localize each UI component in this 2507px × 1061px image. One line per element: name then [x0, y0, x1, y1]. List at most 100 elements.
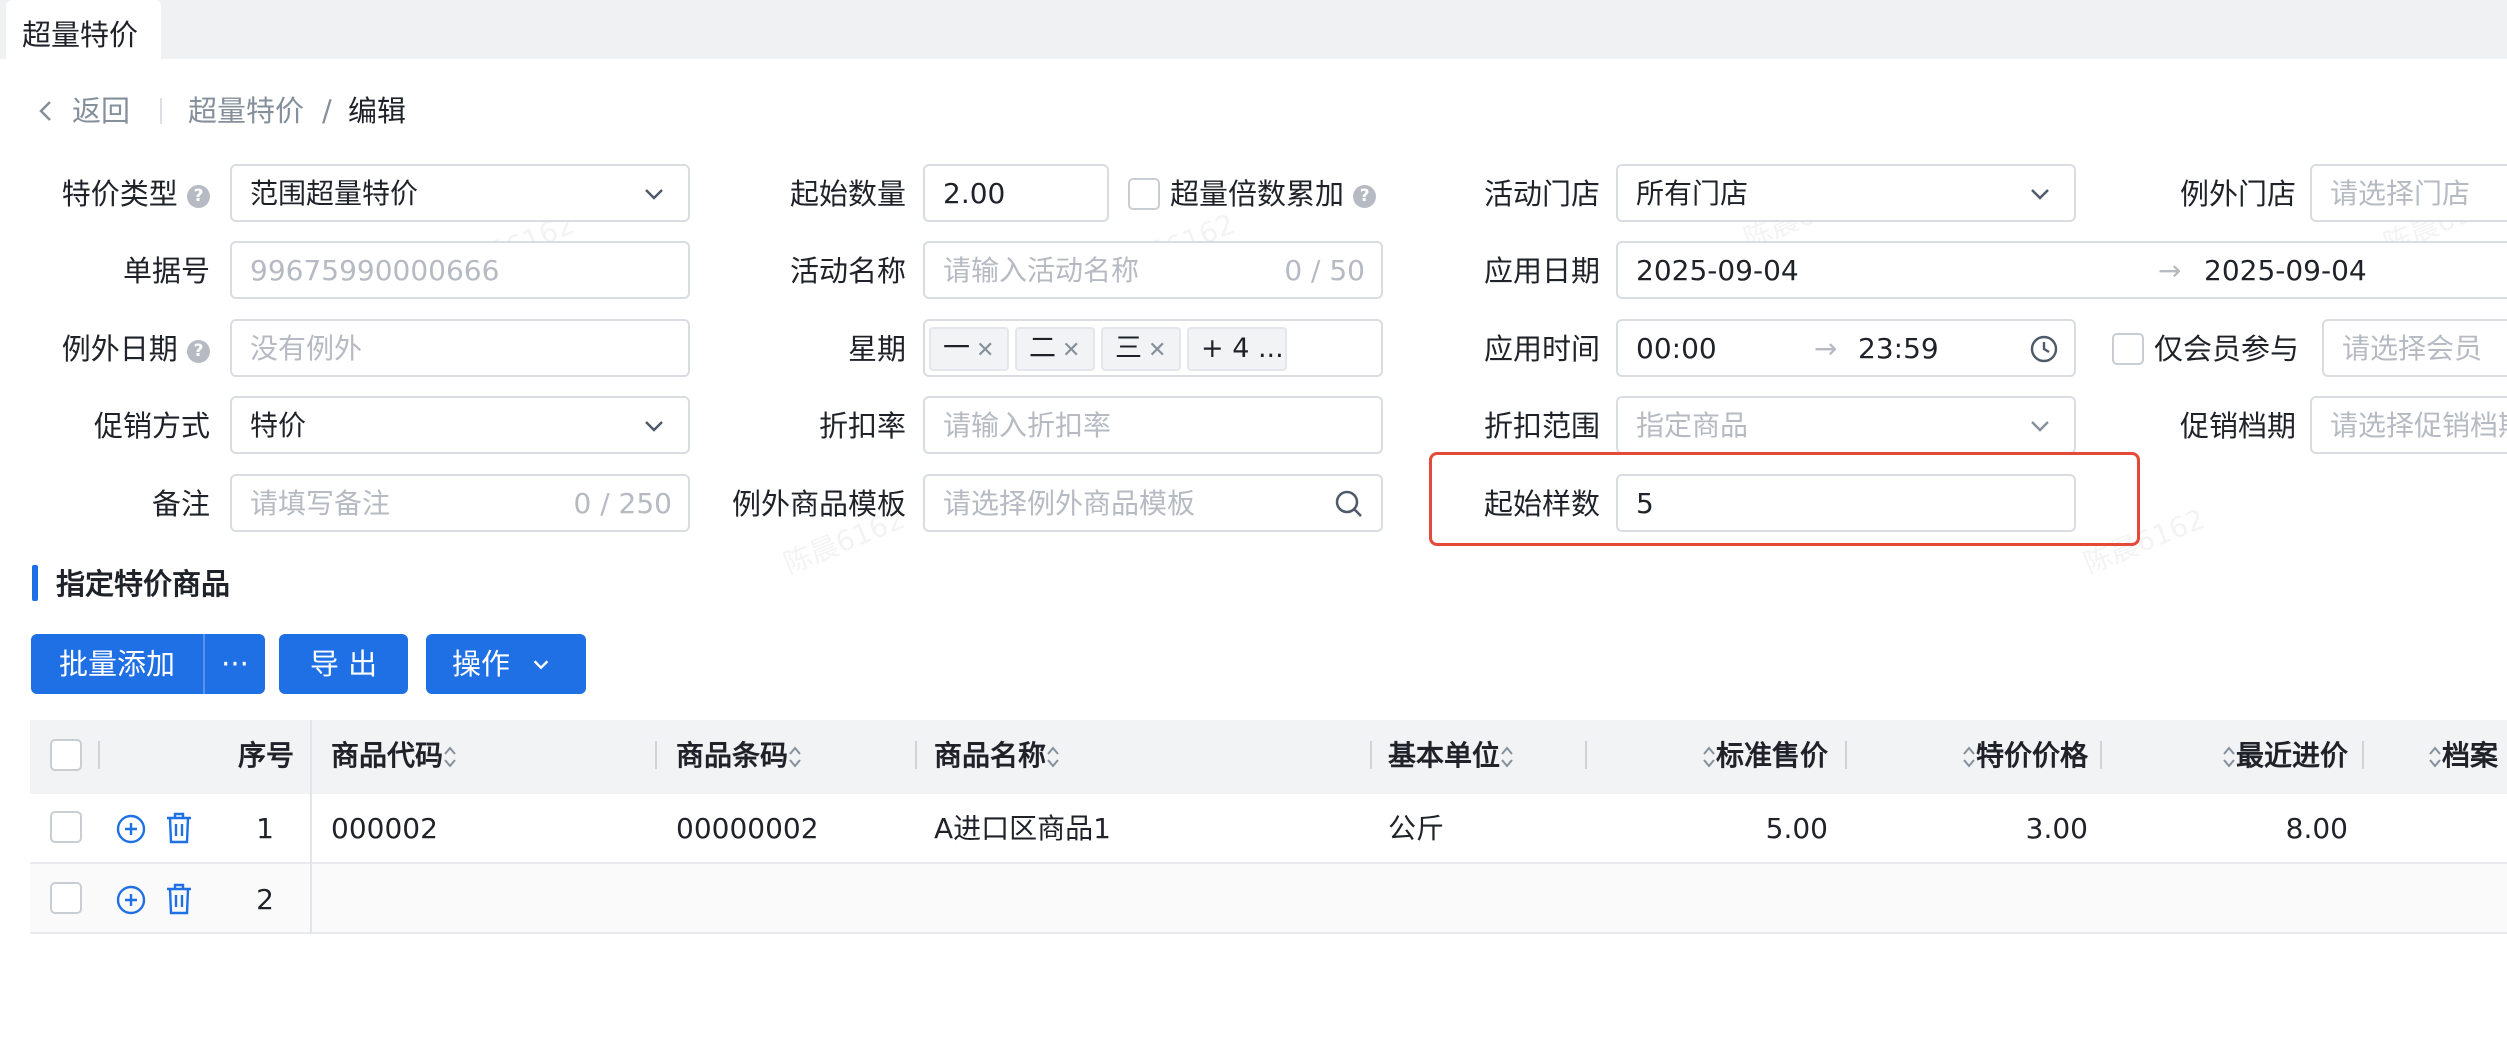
- apply-time-start[interactable]: 00:00: [1636, 329, 1717, 369]
- store-label: 活动门店: [1483, 177, 1600, 211]
- except-date-label: 例外日期 ?: [40, 329, 210, 369]
- discount-rate-input[interactable]: 请输入折扣率: [923, 396, 1383, 454]
- weekday-label: 星期: [847, 332, 906, 366]
- remark-input[interactable]: 请填写备注 0 / 250: [230, 474, 690, 532]
- promo-period-select[interactable]: 请选择促销档期: [2310, 396, 2507, 454]
- weekday-tag[interactable]: 二 ✕: [1015, 327, 1095, 371]
- special-type-select[interactable]: 范围超量特价: [230, 164, 690, 222]
- col-archive[interactable]: 档案: [2428, 736, 2498, 776]
- col-unit[interactable]: 基本单位: [1388, 736, 1514, 776]
- weekday-tag[interactable]: 三 ✕: [1101, 327, 1181, 371]
- help-icon[interactable]: ?: [187, 184, 210, 208]
- clock-icon: [2030, 335, 2058, 363]
- col-name[interactable]: 商品名称: [934, 736, 1060, 776]
- weekday-more-tag[interactable]: + 4 ...: [1187, 327, 1287, 371]
- tab-strip: [0, 0, 2507, 59]
- promo-period-label: 促销档期: [2179, 409, 2296, 443]
- discount-rate-placeholder: 请输入折扣率: [943, 409, 1112, 442]
- operate-label: 操作: [452, 647, 511, 681]
- activity-name-input[interactable]: 请输入活动名称 0 / 50: [923, 241, 1383, 299]
- multiple-accum-checkbox[interactable]: [1128, 178, 1160, 210]
- column-divider: [2362, 741, 2364, 769]
- col-code[interactable]: 商品代码: [331, 736, 457, 776]
- tab-label: 超量特价: [22, 18, 139, 52]
- select-all-checkbox[interactable]: [50, 739, 82, 771]
- except-store-placeholder: 请选择门店: [2330, 177, 2471, 210]
- breadcrumb-parent[interactable]: 超量特价: [188, 91, 304, 131]
- promo-period-placeholder: 请选择促销档期: [2330, 409, 2507, 442]
- apply-date-label: 应用日期: [1483, 254, 1600, 288]
- search-icon[interactable]: [1333, 488, 1365, 520]
- cell-name: A进口区商品1: [934, 812, 1111, 845]
- member-only-checkbox[interactable]: [2112, 333, 2144, 365]
- promo-method-label: 促销方式: [93, 409, 210, 443]
- batch-add-button[interactable]: 批量添加: [31, 634, 203, 694]
- column-divider: [655, 741, 657, 769]
- cell-seq: 1: [256, 812, 274, 845]
- col-barcode[interactable]: 商品条码: [676, 736, 802, 776]
- promo-method-select[interactable]: 特价: [230, 396, 690, 454]
- store-select[interactable]: 所有门店: [1616, 164, 2076, 222]
- help-icon[interactable]: ?: [1353, 184, 1377, 208]
- member-only-label: 仅会员参与: [2154, 332, 2300, 366]
- except-template-placeholder: 请选择例外商品模板: [943, 487, 1196, 520]
- delete-icon[interactable]: [164, 882, 194, 916]
- activity-name-label: 活动名称: [789, 254, 906, 288]
- sort-icon: [1501, 746, 1513, 768]
- delete-icon[interactable]: [164, 811, 194, 845]
- apply-date-range[interactable]: 2025-09-04 → 2025-09-04: [1616, 241, 2507, 299]
- operate-dropdown-button[interactable]: 操作: [426, 634, 586, 694]
- multiple-accum-label: 超量倍数累加 ?: [1170, 174, 1377, 214]
- member-select[interactable]: 请选择会员: [2322, 319, 2507, 377]
- column-divider: [98, 741, 100, 769]
- except-date-placeholder: 没有例外: [250, 332, 363, 365]
- doc-no-label: 单据号: [122, 254, 210, 288]
- discount-rate-label: 折扣率: [818, 409, 906, 443]
- apply-date-start[interactable]: 2025-09-04: [1636, 251, 1799, 291]
- cell-special-price[interactable]: 3.00: [1860, 809, 2088, 849]
- row-checkbox[interactable]: [50, 882, 82, 914]
- except-template-label: 例外商品模板: [731, 487, 906, 521]
- weekday-tag[interactable]: 一 ✕: [929, 327, 1009, 371]
- discount-scope-label: 折扣范围: [1483, 409, 1600, 443]
- add-row-icon[interactable]: [115, 884, 147, 916]
- apply-date-end[interactable]: 2025-09-04: [2204, 251, 2367, 291]
- breadcrumb: 返回 超量特价 / 编辑: [30, 91, 450, 131]
- start-qty-label: 起始数量: [789, 177, 906, 211]
- close-icon: ✕: [1062, 338, 1081, 363]
- apply-time-end[interactable]: 23:59: [1858, 329, 1939, 369]
- range-arrow-icon: →: [2158, 254, 2182, 287]
- member-placeholder: 请选择会员: [2342, 332, 2483, 365]
- column-divider: [1845, 741, 1847, 769]
- row-checkbox[interactable]: [50, 811, 82, 843]
- help-icon[interactable]: ?: [187, 339, 210, 363]
- back-link[interactable]: 返回: [72, 91, 130, 131]
- more-actions-button[interactable]: ···: [205, 634, 265, 694]
- table-row[interactable]: [30, 864, 2507, 934]
- doc-no-field: 99675990000666: [230, 241, 690, 299]
- divider: [160, 98, 162, 124]
- cell-barcode: 00000002: [676, 812, 819, 845]
- sort-icon: [1963, 746, 1975, 768]
- special-type-value: 范围超量特价: [250, 177, 419, 210]
- except-template-select[interactable]: 请选择例外商品模板: [923, 474, 1383, 532]
- start-qty-input[interactable]: 2.00: [923, 164, 1109, 222]
- cell-std-price: 5.00: [1765, 812, 1828, 845]
- sort-icon: [1703, 746, 1715, 768]
- except-date-field[interactable]: 没有例外: [230, 319, 690, 377]
- sort-icon: [1047, 746, 1059, 768]
- apply-time-range[interactable]: 00:00 → 23:59: [1616, 319, 2076, 377]
- chevron-left-icon[interactable]: [36, 99, 56, 123]
- tab-super-qty-special[interactable]: 超量特价: [6, 0, 161, 59]
- discount-scope-value: 指定商品: [1636, 409, 1749, 442]
- col-std-price[interactable]: 标准售价: [1600, 736, 1828, 776]
- col-last-cost[interactable]: 最近进价: [2120, 736, 2348, 776]
- weekday-select[interactable]: 一 ✕ 二 ✕ 三 ✕ + 4 ...: [923, 319, 1383, 377]
- export-button[interactable]: 导 出: [279, 634, 408, 694]
- chevron-down-icon: [2031, 189, 2049, 200]
- column-divider: [1585, 741, 1587, 769]
- col-special-price[interactable]: 特价价格: [1860, 736, 2088, 776]
- cell-code: 000002: [331, 812, 438, 845]
- except-store-select[interactable]: 请选择门店: [2310, 164, 2507, 222]
- add-row-icon[interactable]: [115, 813, 147, 845]
